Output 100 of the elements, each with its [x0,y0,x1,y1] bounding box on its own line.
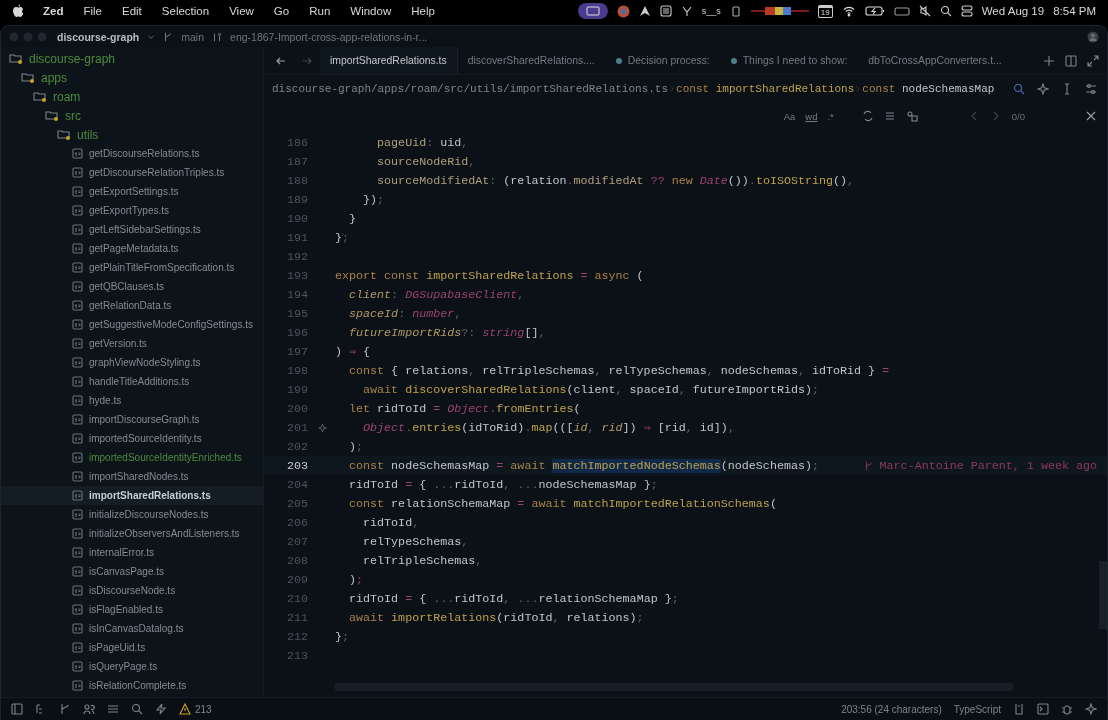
sparkle-icon[interactable] [318,422,327,433]
folder-row[interactable]: discourse-graph [1,49,263,68]
editor-tab[interactable]: discoverSharedRelations.... [457,47,606,74]
file-row[interactable]: isQueryPage.ts [1,657,263,676]
code-line: client: DGSupabaseClient, [348,287,525,302]
panel-icon[interactable] [11,703,23,715]
search-icon[interactable] [131,703,143,715]
file-icon [72,585,83,596]
menu-item[interactable]: Edit [112,5,152,17]
file-row[interactable]: isCanvasPage.ts [1,562,263,581]
file-row[interactable]: internalError.ts [1,543,263,562]
file-row[interactable]: importDiscourseGraph.ts [1,410,263,429]
terminal-icon[interactable] [1037,703,1049,715]
file-row[interactable]: importSharedRelations.ts [1,486,263,505]
breadcrumb-item[interactable]: const [676,83,710,95]
menu-item[interactable]: Selection [151,5,220,17]
users-icon[interactable] [83,703,95,715]
regex-toggle[interactable]: .* [827,110,834,122]
file-row[interactable]: importSharedNodes.ts [1,467,263,486]
file-row[interactable]: getExportTypes.ts [1,201,263,220]
replace-icon[interactable] [861,110,874,122]
breadcrumb-item[interactable]: const [862,83,896,95]
app-menu[interactable]: Zed [33,5,74,17]
menu-item[interactable]: View [219,5,264,17]
file-row[interactable]: isRelationComplete.ts [1,676,263,695]
line-number: 192 [285,249,308,264]
editor-tab[interactable]: Things I need to show: [720,47,859,74]
file-row[interactable]: getLeftSidebarSettings.ts [1,220,263,239]
editor-tab[interactable]: dbToCrossAppConverters.t... [858,47,1013,74]
file-name: getRelationData.ts [89,300,172,311]
project-name[interactable]: discourse-graph [57,30,140,43]
plus-icon[interactable] [1043,54,1055,67]
file-row[interactable]: getDiscourseRelationTriples.ts [1,163,263,182]
file-row[interactable]: importedSourceIdentity.ts [1,429,263,448]
file-row[interactable]: hyde.ts [1,391,263,410]
editor-tab[interactable]: Decision process: [605,47,721,74]
screen-share-icon[interactable] [577,3,608,19]
cursor-position[interactable]: 203:56 (24 characters) [841,703,942,715]
breadcrumb-item[interactable]: discourse-graph/apps/roam/src/utils/importSharedRelations.ts [272,83,669,95]
list-icon[interactable] [107,703,119,715]
code-line: let ridToId = Object.fromEntries( [348,401,581,416]
file-row[interactable]: isPageUid.ts [1,638,263,657]
menu-item[interactable]: Help [401,5,445,17]
sparkle-icon[interactable] [1085,703,1097,715]
vim-mode-icon[interactable] [1013,703,1025,715]
file-row[interactable]: initializeDiscourseNodes.ts [1,505,263,524]
folder-row[interactable]: apps [1,68,263,87]
line-number: 201 [285,420,308,435]
file-row[interactable]: isDiscourseNode.ts [1,581,263,600]
match-case-toggle[interactable]: Aa [783,110,796,122]
file-row[interactable]: getPlainTitleFromSpecification.ts [1,258,263,277]
menu-item[interactable]: Go [263,5,300,17]
file-row[interactable]: getSuggestiveModeConfigSettings.ts [1,315,263,334]
sliders-icon[interactable] [1085,83,1097,95]
chevron-right-icon [668,85,677,93]
file-row[interactable]: getExportSettings.ts [1,182,263,201]
menu-item[interactable]: Run [299,5,341,17]
language-selector[interactable]: TypeScript [953,703,1001,715]
calendar-icon[interactable]: 19 [817,4,833,18]
sparkle-icon[interactable] [1037,83,1049,95]
search-icon[interactable] [1013,83,1025,95]
file-row[interactable]: getDiscourseRelations.ts [1,144,263,163]
file-row[interactable]: initializeObserversAndListeners.ts [1,524,263,543]
list-icon[interactable] [883,110,896,122]
whole-word-toggle[interactable]: wd [805,110,818,122]
split-pane-icon[interactable] [1065,54,1077,67]
file-row[interactable]: getPageMetadata.ts [1,239,263,258]
selection-icon[interactable] [905,110,918,122]
file-row[interactable]: importedSourceIdentityEnriched.ts [1,448,263,467]
maximize-icon[interactable] [1087,54,1099,67]
file-row[interactable]: getVersion.ts [1,334,263,353]
line-number: 212 [285,629,308,644]
file-row[interactable]: handleTitleAdditions.ts [1,372,263,391]
branch-name[interactable]: main [181,30,205,43]
bolt-icon[interactable] [155,703,167,715]
bug-icon[interactable] [1061,703,1073,715]
pull-request-name[interactable]: eng-1867-Import-cross-app-relations-in-r... [230,30,428,43]
menu-item[interactable]: File [73,5,112,17]
folder-row[interactable]: utils [1,125,263,144]
file-row[interactable]: getRelationData.ts [1,296,263,315]
breadcrumb-item[interactable]: importSharedRelations [715,83,855,95]
menu-item[interactable]: Window [340,5,402,17]
folder-row[interactable]: src [1,106,263,125]
file-row[interactable]: graphViewNodeStyling.ts [1,353,263,372]
warning-count[interactable]: 213 [195,703,212,715]
close-icon[interactable] [1085,110,1097,122]
branch-icon[interactable] [59,703,71,715]
breadcrumb-item[interactable]: nodeSchemasMap [901,83,995,95]
branch-icon [163,31,174,42]
folder-row[interactable]: roam [1,87,263,106]
file-row[interactable]: isInCanvasDatalog.ts [1,619,263,638]
file-row[interactable]: getQBClauses.ts [1,277,263,296]
code-line: spaceId: number, [348,306,462,321]
device-icon [729,5,742,17]
wifi-icon [841,5,856,17]
code-line: }; [335,629,350,644]
file-row[interactable]: isFlagEnabled.ts [1,600,263,619]
editor-tab[interactable]: importSharedRelations.ts [320,47,458,74]
fork-icon [680,5,693,17]
warning-icon[interactable] [179,703,191,715]
